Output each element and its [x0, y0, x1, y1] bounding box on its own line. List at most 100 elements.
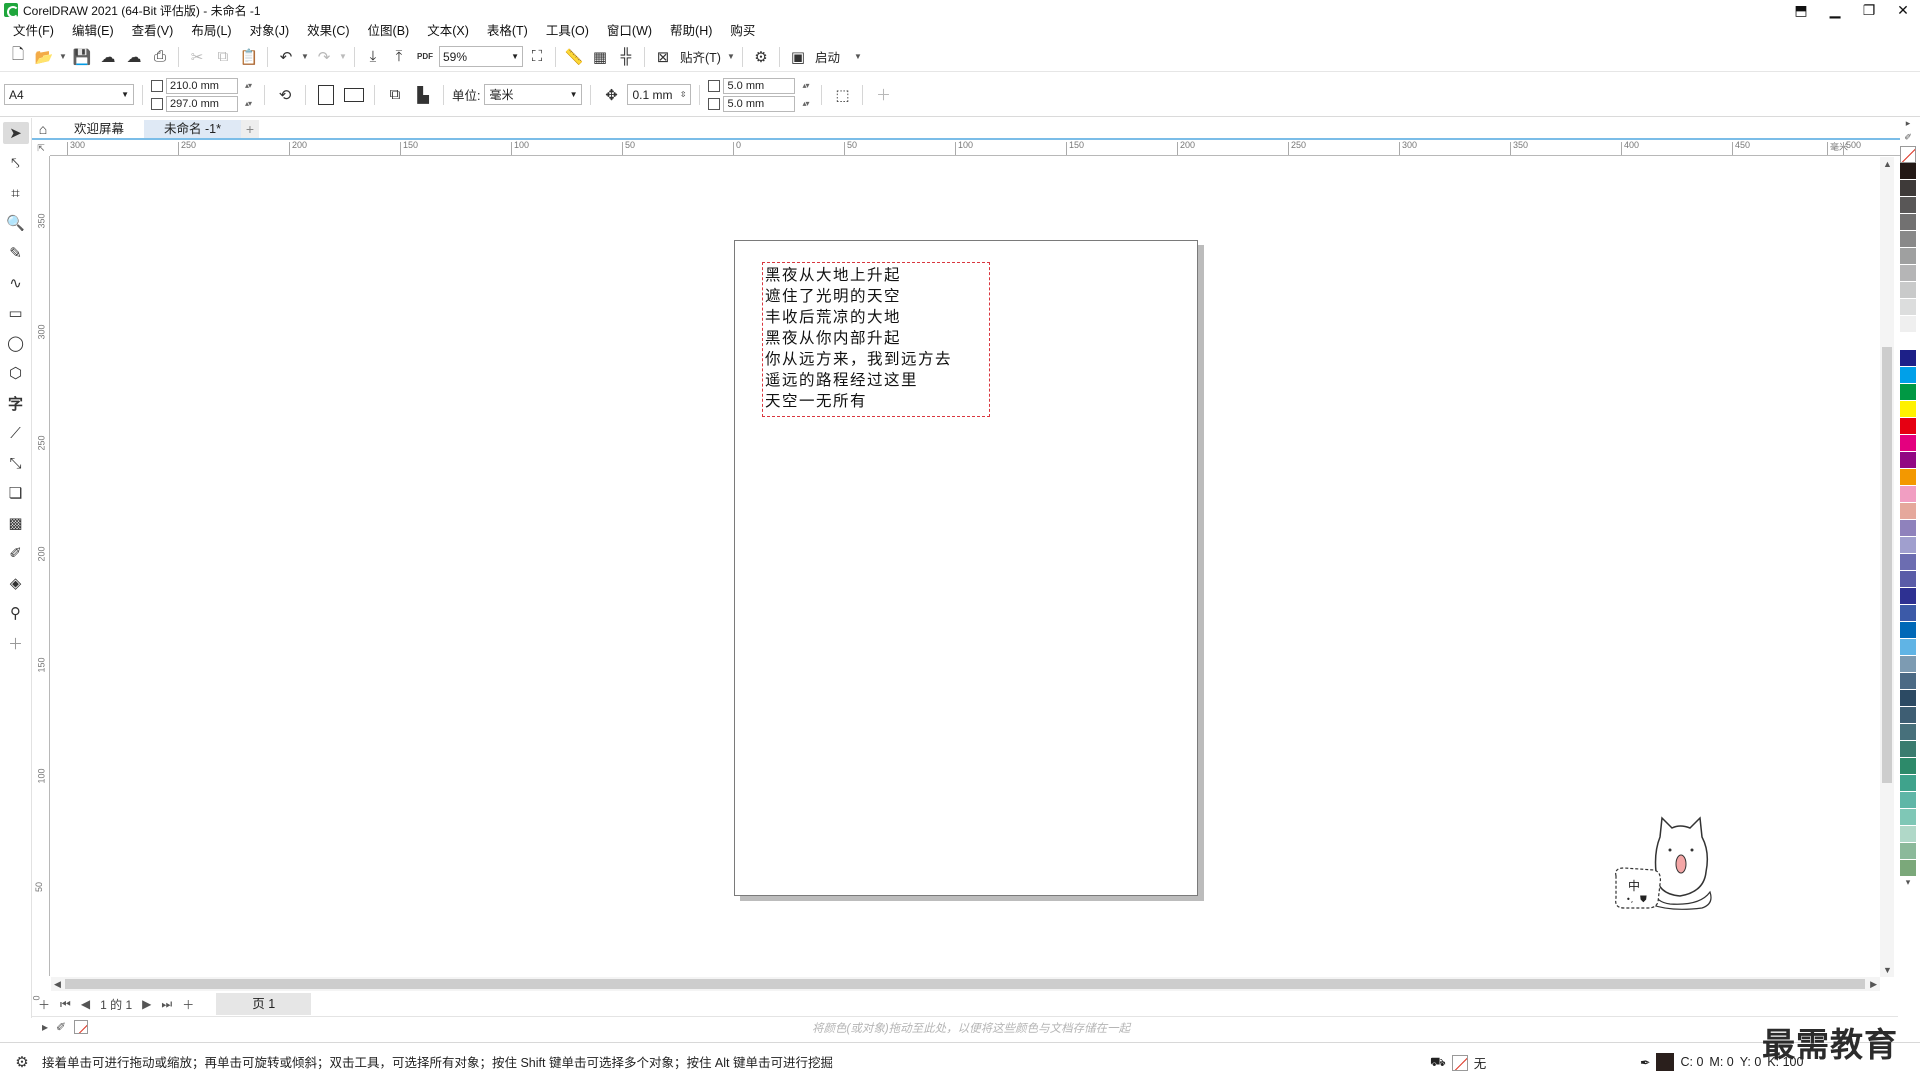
rectangle-tool-icon[interactable]: ▭: [3, 302, 29, 324]
color-swatch[interactable]: [1900, 469, 1916, 486]
scroll-down-icon[interactable]: ▼: [1883, 965, 1892, 975]
undo-dropdown-icon[interactable]: ▼: [300, 52, 310, 61]
page-size-select[interactable]: A4 ▼: [4, 84, 134, 105]
ruler-origin[interactable]: ⇱: [32, 140, 50, 156]
redo-dropdown-icon[interactable]: ▼: [338, 52, 348, 61]
menu-text[interactable]: 文本(X): [418, 20, 478, 42]
paste-icon[interactable]: 📋: [237, 45, 261, 69]
tab-welcome-screen[interactable]: 欢迎屏幕: [54, 120, 144, 138]
open-dropdown-icon[interactable]: ▼: [58, 52, 68, 61]
scroll-right-icon[interactable]: ▶: [1870, 979, 1877, 990]
cut-icon[interactable]: ✂: [185, 45, 209, 69]
menu-edit[interactable]: 编辑(E): [63, 20, 123, 42]
pick-tool-icon[interactable]: ➤: [2, 122, 29, 144]
horizontal-scroll-thumb[interactable]: [65, 979, 1865, 989]
tab-document[interactable]: 未命名 -1*: [144, 120, 241, 138]
color-swatch[interactable]: [1900, 809, 1916, 826]
snap-to-button[interactable]: 贴齐(T): [677, 47, 724, 66]
palette-expand-icon[interactable]: ▸: [1906, 118, 1911, 132]
document-palette-expand-icon[interactable]: ▸: [42, 1020, 48, 1034]
add-page-after-icon[interactable]: ＋: [182, 996, 194, 1013]
palette-scroll-down-icon[interactable]: ▾: [1906, 877, 1911, 891]
page-tab-1[interactable]: 页 1: [216, 993, 312, 1015]
connector-tool-icon[interactable]: ⤡: [3, 452, 29, 474]
menu-object[interactable]: 对象(J): [241, 20, 299, 42]
vertical-scroll-thumb[interactable]: [1882, 347, 1892, 783]
color-swatch[interactable]: [1900, 333, 1916, 350]
apply-to-current-page-icon[interactable]: ▙: [411, 83, 435, 107]
no-color-swatch[interactable]: [1900, 146, 1916, 163]
eyedropper-tool-icon[interactable]: ✐: [3, 542, 29, 564]
palette-eyedropper-icon[interactable]: ✐: [1904, 132, 1912, 146]
color-swatch[interactable]: [1900, 180, 1916, 197]
vertical-scrollbar[interactable]: ▲ ▼: [1880, 157, 1894, 977]
options-gear-icon[interactable]: ⚙: [749, 45, 773, 69]
color-swatch[interactable]: [1900, 588, 1916, 605]
color-swatch[interactable]: [1900, 690, 1916, 707]
home-icon[interactable]: ⌂: [32, 120, 54, 138]
color-swatch[interactable]: [1900, 435, 1916, 452]
color-swatch[interactable]: [1900, 860, 1916, 877]
color-swatch[interactable]: [1900, 656, 1916, 673]
color-swatch[interactable]: [1900, 231, 1916, 248]
shape-tool-icon[interactable]: ⤣: [3, 152, 29, 174]
zoom-level-select[interactable]: 59% ▼: [439, 46, 523, 67]
first-page-icon[interactable]: ⏮: [60, 997, 71, 1012]
add-tab-icon[interactable]: +: [240, 120, 259, 138]
minimize-icon[interactable]: ▁: [1818, 0, 1852, 20]
portrait-button[interactable]: [314, 83, 338, 107]
all-pages-size-icon[interactable]: ⟲: [273, 83, 297, 107]
color-swatch[interactable]: [1900, 350, 1916, 367]
nudge-distance-field[interactable]: 0.1 mm ⇳: [627, 84, 692, 105]
menu-help[interactable]: 帮助(H): [661, 20, 721, 42]
color-swatch[interactable]: [1900, 265, 1916, 282]
undo-icon[interactable]: ↶: [274, 45, 298, 69]
copy-icon[interactable]: ⧉: [211, 45, 235, 69]
next-page-icon[interactable]: ▶: [142, 997, 151, 1011]
color-swatch[interactable]: [1900, 520, 1916, 537]
launch-button[interactable]: 启动: [812, 47, 843, 66]
menu-tools[interactable]: 工具(O): [537, 20, 598, 42]
duplicate-x-field[interactable]: 5.0 mm: [723, 77, 808, 94]
menu-view[interactable]: 查看(V): [123, 20, 183, 42]
color-swatch[interactable]: [1900, 248, 1916, 265]
redo-icon[interactable]: ↷: [312, 45, 336, 69]
fill-indicator[interactable]: ⛟ 无: [1430, 1053, 1486, 1072]
status-settings-gear-icon[interactable]: ⚙: [10, 1050, 34, 1074]
snap-off-icon[interactable]: ⊠: [651, 45, 675, 69]
color-swatch[interactable]: [1900, 571, 1916, 588]
vertical-ruler[interactable]: 350 300 250 200 150 100 50 0: [32, 156, 50, 1001]
add-page-before-icon[interactable]: ＋: [38, 996, 50, 1013]
scroll-left-icon[interactable]: ◀: [54, 979, 61, 990]
ellipse-tool-icon[interactable]: ◯: [3, 332, 29, 354]
color-swatch[interactable]: [1900, 605, 1916, 622]
import-icon[interactable]: ⤓: [361, 45, 385, 69]
color-swatch[interactable]: [1900, 537, 1916, 554]
color-swatch[interactable]: [1900, 622, 1916, 639]
close-icon[interactable]: ✕: [1886, 0, 1920, 20]
parallel-dimension-tool-icon[interactable]: ⟋: [3, 422, 29, 444]
horizontal-ruler[interactable]: 毫米 300 250 200 150 100 50 0 50 100 150 200 250 300 35…: [50, 140, 1900, 156]
show-guidelines-icon[interactable]: ╬: [614, 45, 638, 69]
color-swatch[interactable]: [1900, 826, 1916, 843]
color-swatch[interactable]: [1900, 758, 1916, 775]
polygon-tool-icon[interactable]: ⬡: [3, 362, 29, 384]
color-swatch[interactable]: [1900, 214, 1916, 231]
restore-icon[interactable]: ❐: [1852, 0, 1886, 20]
transparency-tool-icon[interactable]: ▩: [3, 512, 29, 534]
crop-tool-icon[interactable]: ⌗: [3, 182, 29, 204]
drawing-canvas[interactable]: 黑夜从大地上升起 遮住了光明的天空 丰收后荒凉的大地 黑夜从你内部升起 你从远方…: [51, 157, 1880, 977]
zoom-to-page-icon[interactable]: ⛶: [525, 45, 549, 69]
save-icon[interactable]: 💾: [70, 45, 94, 69]
menu-table[interactable]: 表格(T): [478, 20, 537, 42]
landscape-button[interactable]: [342, 83, 366, 107]
menu-layout[interactable]: 布局(L): [182, 20, 240, 42]
color-swatch[interactable]: [1900, 673, 1916, 690]
menu-effects[interactable]: 效果(C): [298, 20, 358, 42]
snap-dropdown-icon[interactable]: ▼: [726, 52, 736, 61]
paragraph-text-frame[interactable]: 黑夜从大地上升起 遮住了光明的天空 丰收后荒凉的大地 黑夜从你内部升起 你从远方…: [762, 262, 990, 417]
horizontal-scrollbar[interactable]: ◀ ▶: [51, 977, 1880, 991]
color-swatch[interactable]: [1900, 503, 1916, 520]
text-tool-icon[interactable]: 字: [3, 392, 29, 414]
export-icon[interactable]: ⤒: [387, 45, 411, 69]
